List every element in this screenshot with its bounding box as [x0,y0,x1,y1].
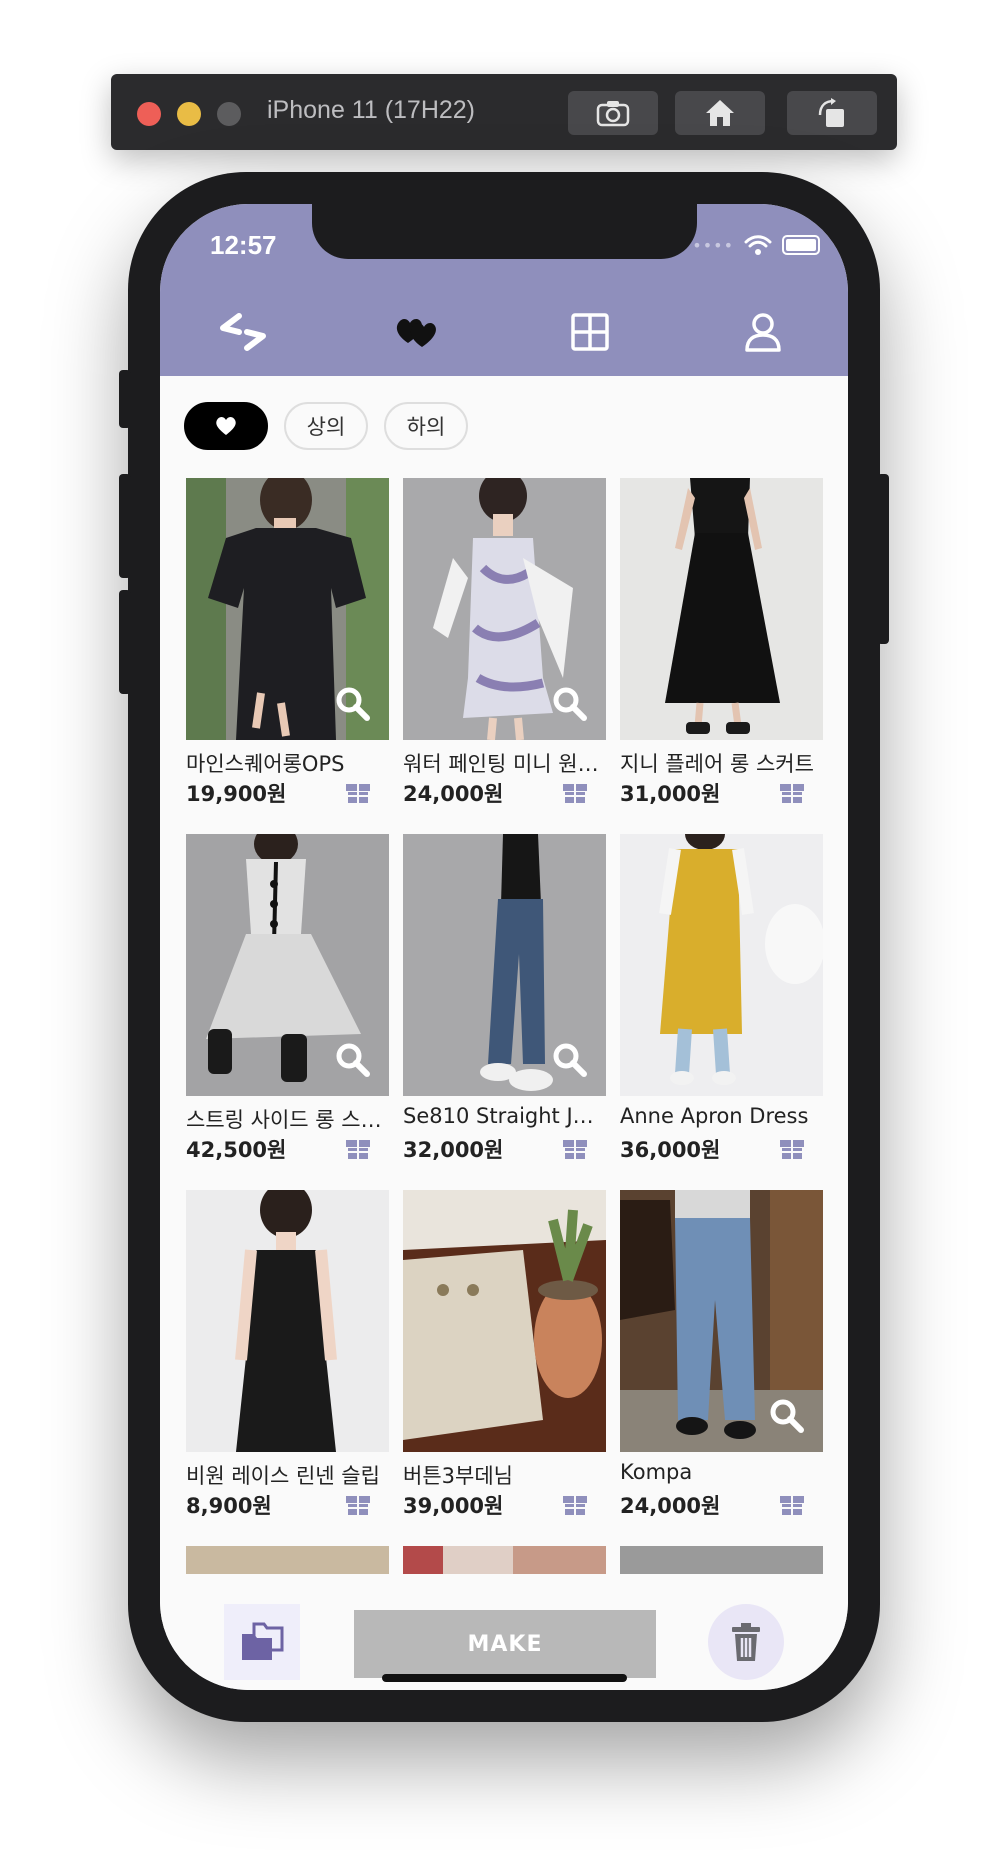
filter-liked[interactable] [184,402,268,450]
product-name: 스트링 사이드 롱 스커트 [186,1108,389,1132]
volume-down-button [119,590,131,694]
product-name: 마인스퀘어롱OPS [186,752,345,776]
product-image[interactable] [186,478,389,740]
product-image[interactable] [403,1190,606,1452]
product-name: Anne Apron Dress [620,1104,809,1128]
filter-bottoms[interactable]: 하의 [384,402,468,450]
heart-icon [216,417,236,435]
zoom-icon[interactable] [552,686,588,722]
hearts-icon [396,319,436,347]
product-price: 24,000원 [620,1494,721,1518]
volume-up-button [119,474,131,578]
gift-icon[interactable] [779,778,805,804]
gift-icon[interactable] [345,778,371,804]
home-button[interactable] [675,91,765,135]
product-image[interactable] [186,1546,389,1576]
product-price: 19,900원 [186,782,287,806]
rotate-button[interactable] [787,91,877,135]
bottom-action-bar: MAKE [160,1574,848,1690]
tab-grid[interactable] [564,308,616,356]
simulator-title: iPhone 11 (17H22) [267,96,476,124]
product-price: 8,900원 [186,1494,272,1518]
product-price: 24,000원 [403,782,504,806]
product-name: 비원 레이스 린넨 슬립 [186,1464,380,1488]
status-time: 12:57 [210,230,277,260]
product-card[interactable] [620,1546,823,1576]
power-button [877,474,889,644]
zoom-icon[interactable] [335,686,371,722]
product-name: 워터 페인팅 미니 원피스 [403,752,606,776]
product-image[interactable] [403,1546,606,1576]
home-indicator [382,1674,627,1682]
close-window-button[interactable] [137,102,161,126]
folders-icon [242,1622,284,1660]
product-image[interactable] [403,834,606,1096]
product-card[interactable] [403,1546,606,1576]
gift-icon[interactable] [345,1490,371,1516]
gift-icon[interactable] [779,1134,805,1160]
gift-icon[interactable] [345,1134,371,1160]
user-icon [745,313,781,352]
product-image[interactable] [403,478,606,740]
filter-tops[interactable]: 상의 [284,402,368,450]
product-image[interactable] [620,834,823,1096]
make-button[interactable]: MAKE [354,1610,656,1678]
signal-icon: •••• [692,235,734,255]
mute-switch [119,370,131,428]
battery-icon [782,235,820,255]
product-image[interactable] [620,1546,823,1576]
simulator-titlebar: iPhone 11 (17H22) [111,74,897,150]
product-name: Se810 Straight Jeans [403,1104,606,1128]
gift-icon[interactable] [562,778,588,804]
gift-icon[interactable] [562,1134,588,1160]
trash-button[interactable] [708,1604,784,1680]
zoom-icon[interactable] [335,1042,371,1078]
notch [312,204,697,259]
product-name: Kompa [620,1460,693,1484]
wifi-icon [744,235,772,255]
app-screen: 12:57 •••• 상의 하의 마인스퀘어롱OPS 19,900원 워터 페인… [160,204,848,1690]
product-name: 지니 플레어 롱 스커트 [620,752,814,776]
product-price: 39,000원 [403,1494,504,1518]
status-icons: •••• [692,234,820,256]
swap-icon [220,313,266,351]
gift-icon[interactable] [779,1490,805,1516]
folder-button[interactable] [224,1604,300,1680]
product-price: 42,500원 [186,1138,287,1162]
product-price: 31,000원 [620,782,721,806]
tab-profile[interactable] [737,308,789,356]
product-name: 버튼3부데님 [403,1464,513,1488]
product-card[interactable] [186,1546,389,1576]
tab-swap[interactable] [217,308,269,356]
product-image[interactable] [186,834,389,1096]
zoom-icon[interactable] [769,1398,805,1434]
rotate-icon [818,98,844,127]
product-image[interactable] [620,1190,823,1452]
home-icon [706,100,734,126]
category-filters: 상의 하의 [184,402,468,450]
zoom-window-button[interactable] [217,102,241,126]
top-navigation [160,288,848,376]
gift-icon[interactable] [562,1490,588,1516]
grid-icon [571,313,609,351]
product-image[interactable] [620,478,823,740]
minimize-window-button[interactable] [177,102,201,126]
zoom-icon[interactable] [552,1042,588,1078]
product-price: 32,000원 [403,1138,504,1162]
product-price: 36,000원 [620,1138,721,1162]
camera-icon [596,101,630,127]
screenshot-button[interactable] [568,91,658,135]
tab-likes[interactable] [390,308,442,356]
trash-icon [732,1623,760,1661]
product-image[interactable] [186,1190,389,1452]
